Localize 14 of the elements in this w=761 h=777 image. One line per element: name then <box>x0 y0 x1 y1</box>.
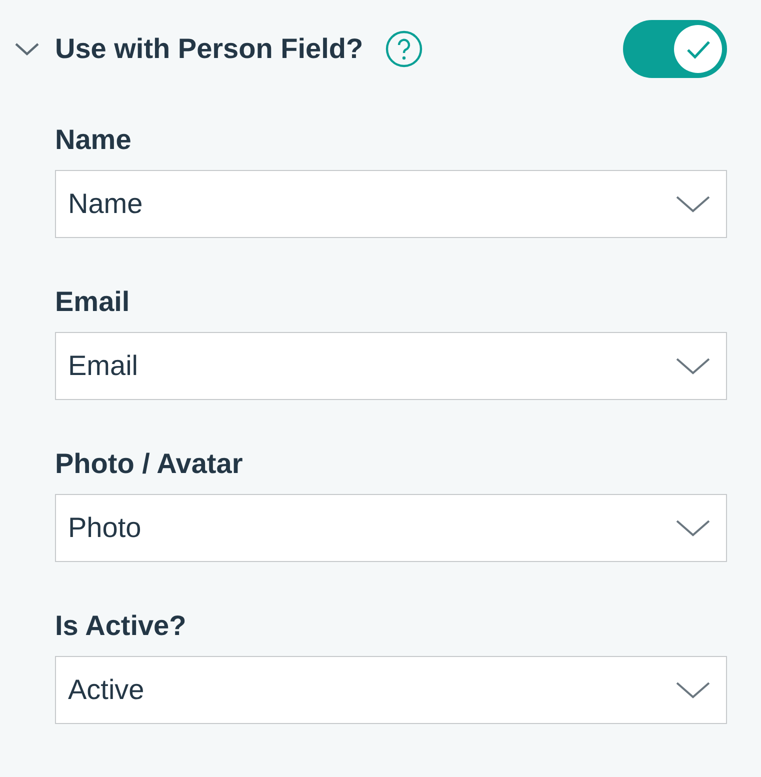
dropdown-field[interactable]: Photo <box>55 494 727 562</box>
field-label: Photo / Avatar <box>55 447 244 481</box>
caret-icon <box>676 519 710 537</box>
caret-icon <box>676 681 710 699</box>
caret-icon <box>676 195 710 213</box>
dropdown-field[interactable]: Email <box>55 332 727 400</box>
section-title: Use with Person Field? <box>55 33 364 65</box>
field-label: Name <box>55 123 132 157</box>
help-icon[interactable] <box>385 30 424 68</box>
dropdown-field[interactable]: Active <box>55 656 727 724</box>
field-label: Email <box>55 285 131 319</box>
caret-icon <box>676 357 710 375</box>
field-label: Is Active? <box>55 609 188 643</box>
dropdown-field[interactable]: Name <box>55 170 727 238</box>
